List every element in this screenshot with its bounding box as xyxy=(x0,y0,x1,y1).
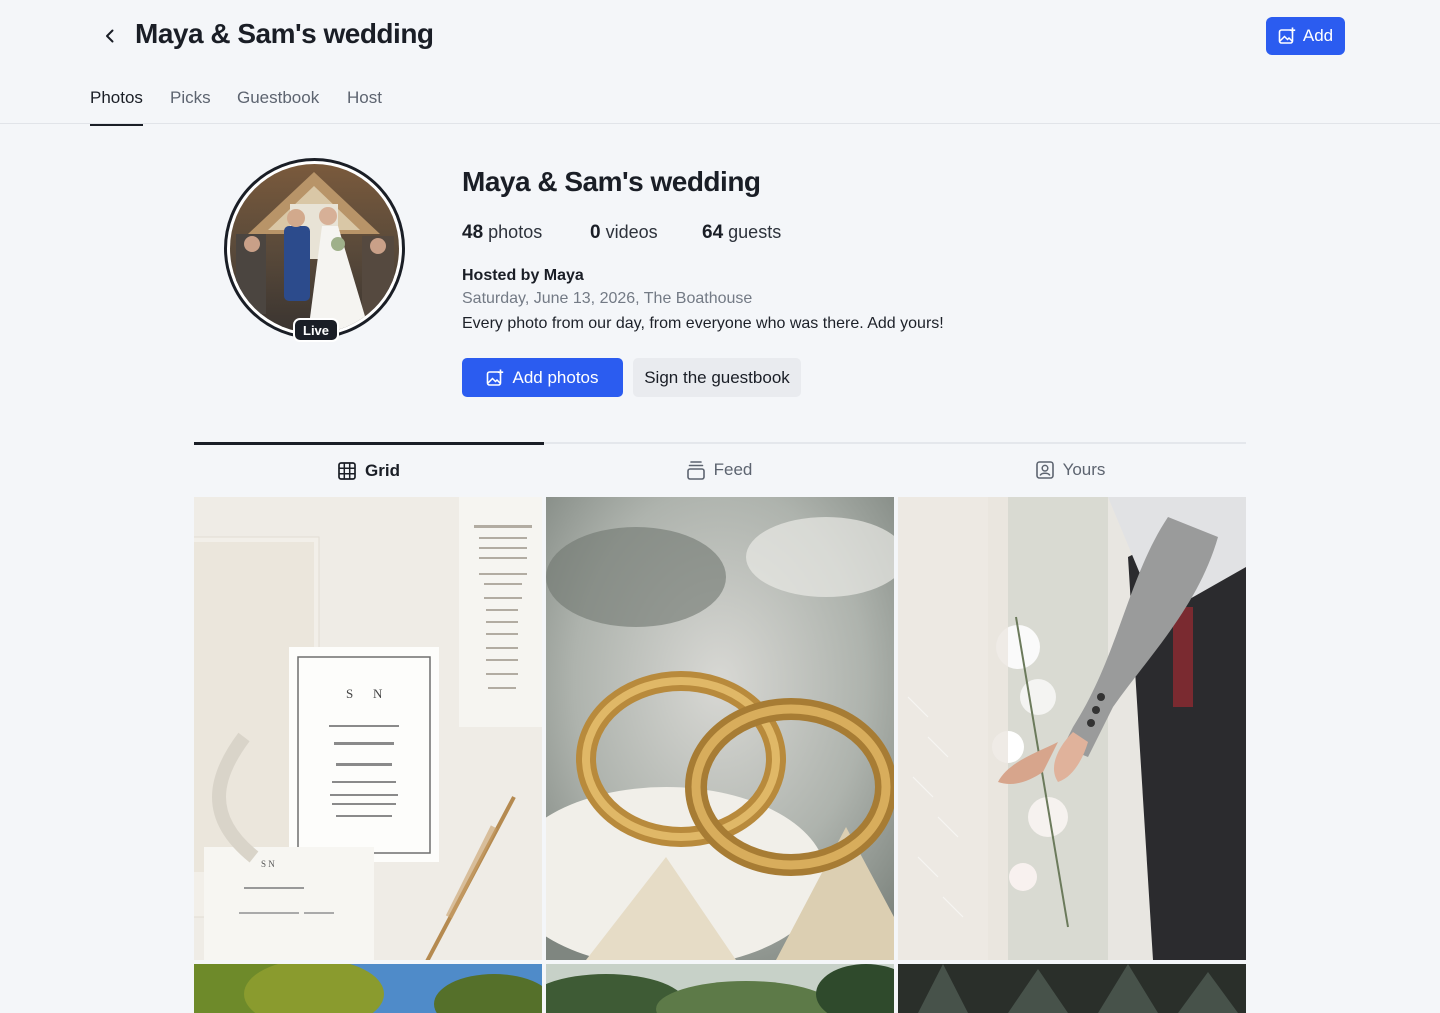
svg-text:S N: S N xyxy=(261,859,275,869)
guests-count: 64 xyxy=(702,222,724,243)
stat-videos: 0 videos xyxy=(590,222,658,244)
stat-photos: 48 photos xyxy=(462,222,542,244)
grid-icon xyxy=(338,461,356,480)
videos-label: videos xyxy=(605,222,658,242)
photo-greenery xyxy=(546,964,894,1013)
tab-grid[interactable]: Grid xyxy=(194,442,544,496)
photo-grid: S N S N xyxy=(194,497,1246,1013)
live-badge: Live xyxy=(293,318,340,342)
event-description: Every photo from our day, from everyone … xyxy=(462,315,944,332)
guests-label: guests xyxy=(728,222,782,242)
sign-guestbook-button[interactable]: Sign the guestbook xyxy=(633,358,801,397)
back-button[interactable] xyxy=(96,22,124,50)
event-name: Maya & Sam's wedding xyxy=(462,166,761,197)
add-photos-label: Add photos xyxy=(512,367,599,387)
videos-count: 0 xyxy=(590,222,601,243)
photos-label: photos xyxy=(488,222,543,242)
photo-tile[interactable] xyxy=(546,497,894,960)
stat-guests: 64 guests xyxy=(702,222,781,244)
date-venue: Saturday, June 13, 2026, The Boathouse xyxy=(462,290,753,307)
user-portrait-icon xyxy=(1035,461,1054,479)
tab-guestbook[interactable]: Guestbook xyxy=(237,88,319,124)
photo-tile[interactable] xyxy=(194,964,542,1013)
add-button-label: Add xyxy=(1302,26,1334,45)
photo-forest xyxy=(898,964,1246,1013)
photo-wedding-invitation: S N S N xyxy=(194,497,542,960)
tab-feed[interactable]: Feed xyxy=(544,444,895,496)
tab-yours[interactable]: Yours xyxy=(895,444,1246,496)
svg-text:S: S xyxy=(346,686,353,701)
hosted-by: Hosted by Maya xyxy=(462,267,584,284)
view-tabs: Grid Feed Yours xyxy=(194,442,1246,494)
svg-text:N: N xyxy=(373,686,383,701)
photo-tile[interactable] xyxy=(546,964,894,1013)
tab-grid-label: Grid xyxy=(365,460,400,480)
tab-yours-label: Yours xyxy=(1062,460,1106,479)
avatar-photo xyxy=(230,164,399,333)
photo-tile[interactable]: S N S N xyxy=(194,497,542,960)
photos-count: 48 xyxy=(462,222,484,243)
tab-picks[interactable]: Picks xyxy=(170,88,211,124)
photo-couple-holding-hands xyxy=(898,497,1246,960)
add-image-icon xyxy=(487,369,504,386)
tab-host[interactable]: Host xyxy=(347,88,382,124)
add-image-icon xyxy=(1278,27,1296,44)
feed-icon xyxy=(686,461,705,480)
top-bar: Maya & Sam's wedding Add xyxy=(0,0,1440,72)
add-button[interactable]: Add xyxy=(1266,17,1345,55)
main-tabs: Photos Picks Guestbook Host xyxy=(0,72,1440,126)
photo-tile[interactable] xyxy=(898,964,1246,1013)
tab-photos[interactable]: Photos xyxy=(90,88,143,126)
page-title: Maya & Sam's wedding xyxy=(135,18,434,49)
add-photos-button[interactable]: Add photos xyxy=(462,358,623,397)
photo-tile[interactable] xyxy=(898,497,1246,960)
tab-feed-label: Feed xyxy=(713,460,753,479)
chevron-left-icon xyxy=(106,29,114,43)
photo-gold-rings xyxy=(546,497,894,960)
photo-trees-sky xyxy=(194,964,542,1013)
avatar[interactable] xyxy=(224,158,405,339)
